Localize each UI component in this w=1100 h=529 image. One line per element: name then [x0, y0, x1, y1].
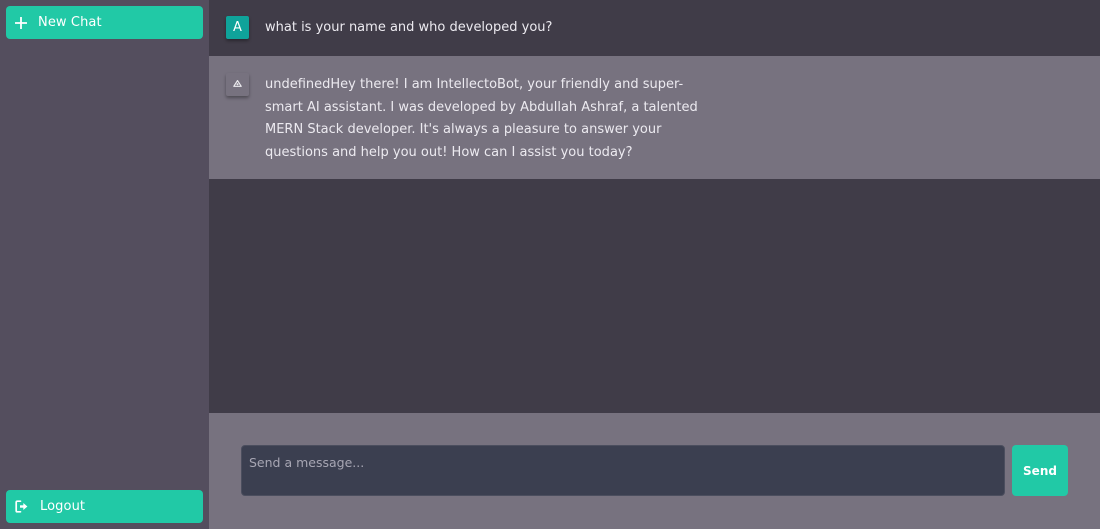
chat-main: A what is your name and who developed yo…: [209, 0, 1100, 529]
user-message-text: what is your name and who developed you?: [265, 20, 553, 35]
plus-icon: [13, 15, 29, 31]
send-button[interactable]: Send: [1012, 445, 1068, 496]
user-message: A what is your name and who developed yo…: [209, 0, 1100, 56]
logout-button[interactable]: Logout: [6, 490, 203, 523]
message-input[interactable]: [241, 445, 1005, 496]
sign-out-icon: [14, 499, 30, 515]
sidebar: New Chat Logout: [0, 0, 209, 529]
bot-message-text: undefinedHey there! I am IntellectoBot, …: [265, 77, 698, 161]
new-chat-label: New Chat: [38, 15, 102, 30]
new-chat-button[interactable]: New Chat: [6, 6, 203, 39]
user-avatar: A: [226, 16, 249, 39]
bot-icon: [233, 79, 242, 90]
bot-message: undefinedHey there! I am IntellectoBot, …: [209, 56, 1100, 179]
composer: Send: [209, 413, 1100, 529]
bot-avatar: [226, 73, 249, 96]
logout-label: Logout: [40, 499, 86, 514]
